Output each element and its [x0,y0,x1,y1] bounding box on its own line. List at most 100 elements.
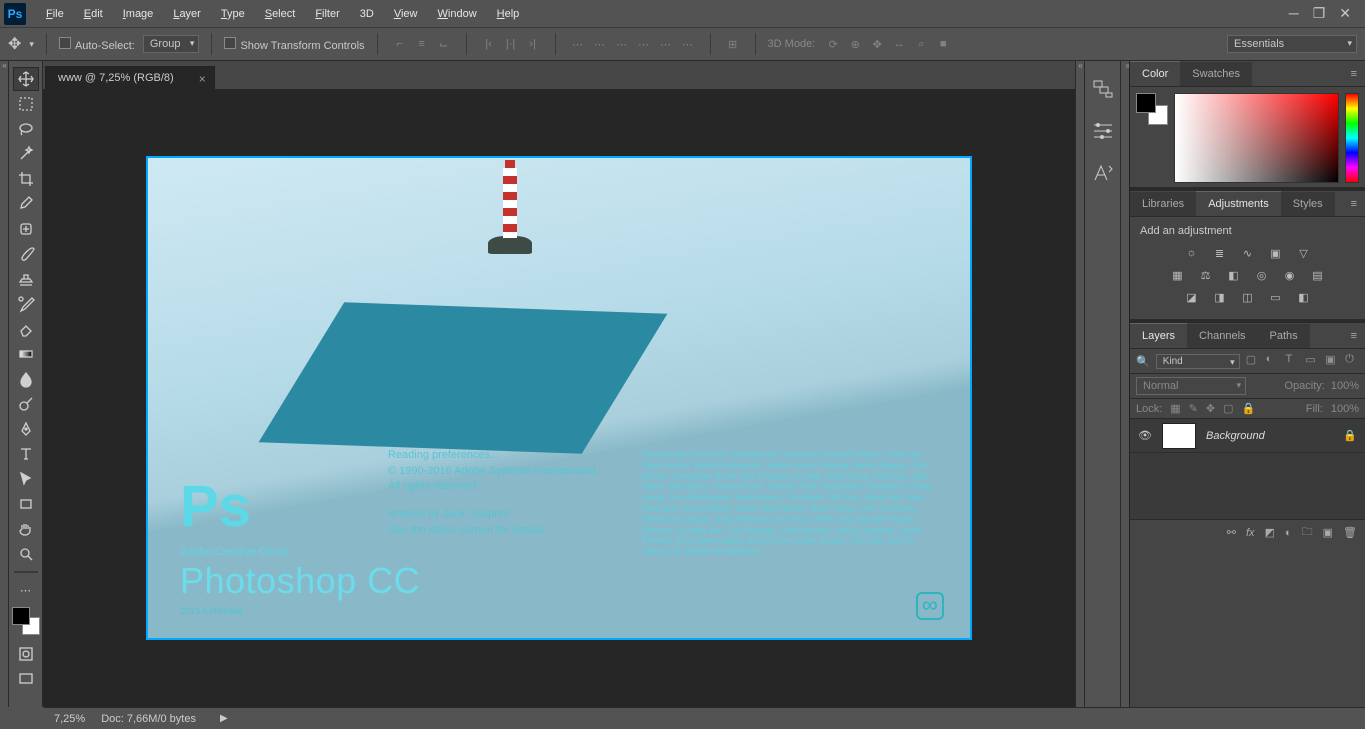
menu-3d[interactable]: 3D [350,4,384,24]
adj-brightness-icon[interactable]: ☼ [1183,245,1201,261]
adjustments-menu-icon[interactable]: ≡ [1343,198,1365,210]
menu-image[interactable]: Image [113,4,164,24]
lasso-tool[interactable] [13,117,39,141]
filter-kind-icon[interactable]: 🔍 [1136,355,1150,368]
menu-edit[interactable]: Edit [74,4,113,24]
healing-brush-tool[interactable] [13,217,39,241]
filter-shape-icon[interactable]: ▭ [1305,353,1319,369]
left-expand-strip[interactable]: « [0,61,9,707]
tab-libraries[interactable]: Libraries [1130,192,1196,216]
filter-toggle-icon[interactable]: ⏻ [1345,353,1359,369]
dist-1-icon[interactable]: ⋯ [568,35,588,53]
layer-thumb[interactable] [1162,423,1196,449]
pan-icon[interactable]: ✥ [867,35,887,53]
layer-lock-icon[interactable]: 🔒 [1343,429,1357,442]
auto-select-combo[interactable]: Group [143,35,200,53]
menu-layer[interactable]: Layer [163,4,211,24]
align-hcenter-icon[interactable]: |·| [501,35,521,53]
dist-2-icon[interactable]: ⋯ [590,35,610,53]
screenmode-icon[interactable] [13,667,39,691]
filter-type-icon[interactable]: T [1285,353,1299,369]
marquee-tool[interactable] [13,92,39,116]
hue-strip[interactable] [1345,93,1359,183]
blur-tool[interactable] [13,367,39,391]
adj-bw-icon[interactable]: ◧ [1225,267,1243,283]
align-left-icon[interactable]: |‹ [479,35,499,53]
adjustment-layer-icon[interactable]: ◐ [1285,527,1292,539]
fill-value[interactable]: 100% [1331,403,1359,415]
dist-3-icon[interactable]: ⋯ [612,35,632,53]
adj-lookup-icon[interactable]: ▤ [1309,267,1327,283]
properties-panel-icon[interactable] [1092,121,1114,141]
lock-all-icon[interactable]: 🔒 [1242,402,1256,415]
slide-icon[interactable]: ↔ [889,35,909,53]
adj-curves-icon[interactable]: ∿ [1239,245,1257,261]
document-tab[interactable]: www @ 7,25% (RGB/8) × [45,66,215,89]
lock-artb-icon[interactable]: ▢ [1223,402,1233,415]
minimize-icon[interactable]: ─ [1289,5,1299,22]
right-expand-strip-1[interactable]: « [1075,61,1084,707]
adj-selective-icon[interactable]: ◧ [1295,289,1313,305]
status-doc[interactable]: Doc: 7,66M/0 bytes [101,713,196,725]
pen-tool[interactable] [13,417,39,441]
adj-exposure-icon[interactable]: ▣ [1267,245,1285,261]
tab-paths[interactable]: Paths [1258,324,1310,348]
menu-select[interactable]: Select [255,4,306,24]
auto-select-checkbox[interactable]: Auto-Select: [59,37,135,52]
tab-swatches[interactable]: Swatches [1180,62,1252,86]
color-fgbg-swatch[interactable] [1136,93,1168,125]
tab-adjustments[interactable]: Adjustments [1196,191,1281,216]
filter-smart-icon[interactable]: ▣ [1325,353,1339,369]
status-arrow-icon[interactable]: ▶ [220,713,228,724]
group-icon[interactable]: 🗀 [1302,523,1313,542]
blend-mode-combo[interactable]: Normal [1136,377,1246,395]
path-select-tool[interactable] [13,467,39,491]
adj-chanmix-icon[interactable]: ◉ [1281,267,1299,283]
opacity-value[interactable]: 100% [1331,380,1359,392]
delete-layer-icon[interactable]: 🗑 [1343,526,1357,539]
align-bottom-icon[interactable]: ⌙ [434,35,454,53]
tab-styles[interactable]: Styles [1281,192,1335,216]
history-panel-icon[interactable] [1092,79,1114,99]
tab-close-icon[interactable]: × [199,72,206,86]
menu-filter[interactable]: Filter [305,4,349,24]
workspace-combo[interactable]: Essentials [1227,35,1357,53]
fgbg-swatch[interactable] [12,607,40,635]
align-right-icon[interactable]: ›| [523,35,543,53]
adj-invert-icon[interactable]: ◪ [1183,289,1201,305]
new-layer-icon[interactable]: ▣ [1323,526,1333,539]
tab-color[interactable]: Color [1130,61,1180,86]
dist-5-icon[interactable]: ⋯ [656,35,676,53]
visibility-icon[interactable]: 👁 [1138,429,1152,442]
menu-window[interactable]: Window [428,4,487,24]
lock-pos-icon[interactable]: ✥ [1206,402,1215,415]
dodge-tool[interactable] [13,392,39,416]
align-top-icon[interactable]: ⌐ [390,35,410,53]
adj-photofilter-icon[interactable]: ◎ [1253,267,1271,283]
adj-levels-icon[interactable]: ≣ [1211,245,1229,261]
align-vcenter-icon[interactable]: ≡ [412,35,432,53]
eyedropper-tool[interactable] [13,192,39,216]
magic-wand-tool[interactable] [13,142,39,166]
close-icon[interactable]: ✕ [1339,5,1351,22]
link-layers-icon[interactable]: ⚯ [1227,526,1236,539]
color-panel-menu-icon[interactable]: ≡ [1343,68,1365,80]
crop-tool[interactable] [13,167,39,191]
canvas[interactable]: Ps Adobe Creative Cloud Photoshop CC 201… [43,89,1075,707]
layer-row[interactable]: 👁 Background 🔒 [1130,419,1365,453]
filter-adjust-icon[interactable]: ◐ [1266,353,1280,369]
dist-4-icon[interactable]: ⋯ [634,35,654,53]
clone-stamp-tool[interactable] [13,267,39,291]
status-zoom[interactable]: 7,25% [54,713,85,725]
filter-kind-combo[interactable]: Kind [1156,354,1240,369]
layers-menu-icon[interactable]: ≡ [1343,330,1365,342]
menu-type[interactable]: Type [211,4,255,24]
hand-tool[interactable] [13,517,39,541]
adj-threshold-icon[interactable]: ◫ [1239,289,1257,305]
orbit-icon[interactable]: ⟳ [823,35,843,53]
layer-name[interactable]: Background [1206,430,1265,442]
quickmask-icon[interactable] [13,642,39,666]
history-brush-tool[interactable] [13,292,39,316]
show-transform-checkbox[interactable]: Show Transform Controls [224,37,364,52]
foreground-swatch[interactable] [12,607,30,625]
